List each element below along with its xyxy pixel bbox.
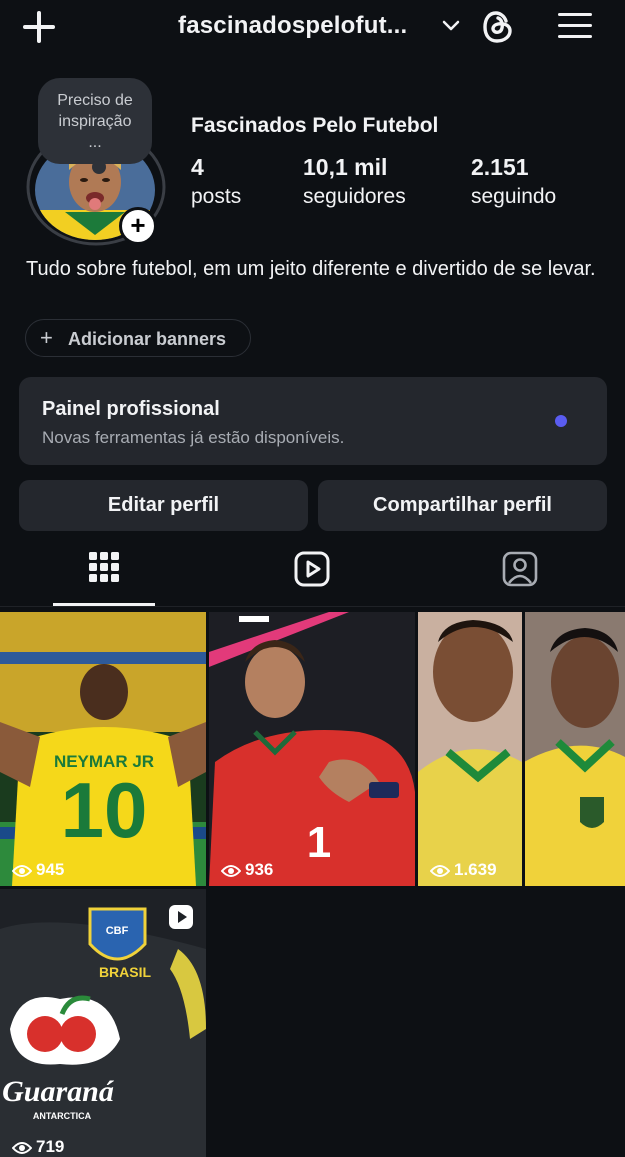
note-bubble[interactable]: Preciso de inspiração ... [38,78,152,164]
stat-following-label: seguindo [471,185,557,208]
jersey-number: 10 [61,766,148,854]
stat-followers[interactable]: 10,1 mil seguidores [303,154,406,209]
panel-subtitle: Novas ferramentas já estão disponíveis. [42,428,345,447]
eye-icon [12,865,32,877]
reel-badge-icon [169,905,193,929]
note-line-3: ... [88,134,102,151]
jersey-number: 1 [307,818,331,867]
panel-title: Painel profissional [42,398,220,420]
post-image-neymar: NEYMAR JR 10 [0,612,206,886]
view-count-value: 719 [36,1137,65,1156]
tagged-icon [502,551,538,587]
threads-icon[interactable] [480,8,516,46]
view-count-value: 1.639 [454,860,497,879]
add-banners-label: Adicionar banners [68,329,227,349]
notification-dot [555,415,567,427]
account-username[interactable]: fascinadospelofut... [178,12,407,40]
chevron-down-icon[interactable] [440,14,462,36]
stat-posts[interactable]: 4 posts [191,154,241,209]
profile-name: Fascinados Pelo Futebol [191,114,439,137]
tab-grid[interactable] [53,547,155,607]
add-story-button[interactable]: + [119,207,157,245]
stat-followers-count: 10,1 mil [303,154,388,180]
tab-divider [0,606,625,607]
country-text: BRASIL [99,964,152,980]
eye-icon [221,865,241,877]
tab-reels[interactable] [262,547,364,607]
share-profile-button[interactable]: Compartilhar perfil [318,480,607,531]
stat-following[interactable]: 2.151 seguindo [471,154,556,209]
post-image-brazil-players [418,612,625,886]
note-bubble-tail [92,160,106,174]
sponsor-subtext: ANTARCTICA [33,1111,92,1121]
tab-tagged[interactable] [470,547,572,607]
plus-icon: + [40,325,53,350]
note-line-2: inspiração [58,113,132,130]
post-tile[interactable]: NEYMAR JR 10 945 [0,612,206,886]
stat-posts-label: posts [191,185,242,208]
reels-icon [294,551,330,587]
add-banners-button[interactable]: + Adicionar banners [25,319,251,357]
view-count: 936 [221,860,273,880]
professional-dashboard-card[interactable]: Painel profissional Novas ferramentas já… [19,377,607,465]
view-count: 1.639 [430,860,497,880]
profile-bio: Tudo sobre futebol, em um jeito diferent… [26,258,596,280]
post-tile[interactable]: 1.639 [418,612,625,886]
crest-text: CBF [106,925,129,937]
view-count: 719 [12,1137,64,1157]
stat-followers-label: seguidores [303,185,406,208]
hamburger-menu-icon[interactable] [558,10,592,42]
stat-following-count: 2.151 [471,154,529,180]
grid-icon [89,552,119,582]
eye-icon [430,865,450,877]
post-image-ronaldo: 1 [209,612,415,886]
sponsor-text: Guaraná [2,1075,115,1108]
note-line-1: Preciso de [57,92,133,109]
eye-icon [12,1142,32,1154]
view-count-value: 945 [36,860,65,879]
plus-icon[interactable] [22,10,56,44]
edit-profile-button[interactable]: Editar perfil [19,480,308,531]
post-tile[interactable]: 1 936 [209,612,415,886]
stat-posts-count: 4 [191,154,204,180]
view-count-value: 936 [245,860,274,879]
top-bar: fascinadospelofut... [0,0,625,60]
post-tile[interactable]: CBF BRASIL Guaraná ANTARCTICA 719 [0,889,206,1157]
view-count: 945 [12,860,64,880]
